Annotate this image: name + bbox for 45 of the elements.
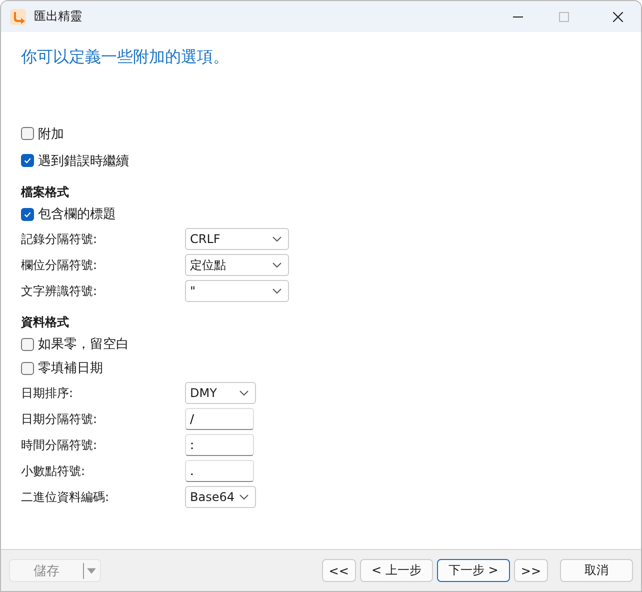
section-heading: 資料格式 (21, 314, 70, 331)
input-field[interactable]: : (185, 434, 254, 456)
checkbox-label: 附加 (38, 126, 64, 142)
field-label: 時間分隔符號: (21, 436, 98, 454)
dropdown[interactable]: DMY (185, 382, 256, 404)
close-icon[interactable] (613, 12, 623, 22)
window-title: 匯出精靈 (34, 8, 82, 25)
checkbox[interactable] (21, 127, 34, 140)
dropdown[interactable]: 定位點 (185, 254, 289, 276)
checkbox[interactable] (21, 338, 34, 350)
page-heading: 你可以定義一些附加的選項。 (21, 47, 230, 68)
dropdown[interactable]: " (185, 280, 289, 302)
checkbox-label: 遇到錯誤時繼續 (38, 152, 129, 170)
checkbox[interactable] (21, 362, 34, 374)
field-label: 欄位分隔符號: (21, 256, 98, 274)
check-icon (23, 210, 32, 218)
dropdown[interactable]: CRLF (185, 228, 289, 250)
chevron-down-icon (239, 390, 249, 396)
field-label: 文字辨識符號: (21, 282, 98, 300)
chevron-down-icon (272, 236, 282, 242)
field-label: 二進位資料編碼: (21, 488, 110, 506)
input-field[interactable]: / (185, 408, 254, 430)
chevron-down-icon (272, 288, 282, 294)
input-field[interactable]: . (185, 460, 254, 482)
nav-button[interactable]: < 上一步 (360, 559, 433, 582)
checkbox[interactable] (21, 154, 34, 167)
section-heading: 檔案格式 (21, 184, 70, 201)
checkbox-label: 包含欄的標題 (38, 206, 116, 223)
checkbox-label: 零填補日期 (38, 360, 103, 377)
caret-icon (87, 568, 96, 574)
check-icon (23, 156, 32, 165)
checkbox-label: 如果零，留空白 (38, 336, 129, 353)
checkbox[interactable] (21, 208, 34, 220)
nav-button[interactable]: << (322, 559, 356, 582)
chevron-down-icon (239, 494, 249, 500)
field-label: 日期排序: (21, 384, 74, 402)
nav-button[interactable]: >> (514, 559, 548, 582)
cancel-button[interactable]: 取消 (560, 559, 633, 582)
nav-button[interactable]: 下一步 > (436, 559, 510, 582)
field-label: 小數點符號: (21, 462, 86, 480)
field-label: 記錄分隔符號: (21, 230, 98, 248)
field-label: 日期分隔符號: (21, 410, 98, 428)
dropdown[interactable]: Base64 (185, 486, 256, 508)
chevron-down-icon (272, 262, 282, 268)
app-icon (10, 8, 26, 24)
